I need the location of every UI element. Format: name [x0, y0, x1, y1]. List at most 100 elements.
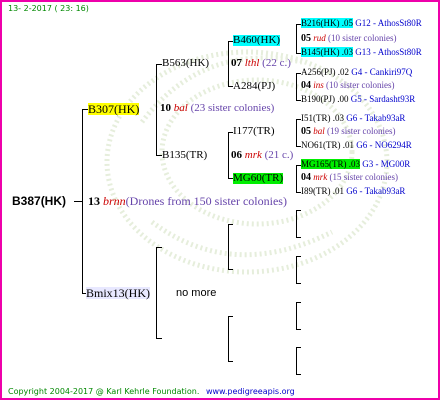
drone-count: 10: [160, 102, 171, 114]
empty-bracket: [228, 316, 229, 362]
site-link[interactable]: www.pedigreeapis.org: [206, 387, 295, 396]
drone-code: brnn: [103, 194, 126, 208]
drone-count: 06: [231, 149, 242, 161]
gen4-drone-info-3: 05 bal (19 sister colonies): [301, 127, 396, 137]
gen4-ref[interactable]: G12 - AthosSt80R: [355, 18, 422, 28]
empty-tick: [156, 247, 162, 248]
gen2-bracket-top: [156, 64, 157, 156]
empty-tick: [296, 374, 301, 375]
drone-code: mrk: [313, 172, 328, 182]
empty-tick: [296, 283, 301, 284]
gen3-b460[interactable]: B460(HK): [233, 35, 281, 46]
empty-tick: [228, 224, 233, 225]
gen2-b135[interactable]: B135(TR): [162, 150, 207, 161]
empty-tick: [296, 256, 301, 257]
gen4-ref[interactable]: G6 - Takab93aR: [346, 186, 405, 196]
gen4-ref[interactable]: G6 - NO6294R: [356, 140, 412, 150]
empty-bracket: [156, 247, 157, 339]
drone-count: 05: [301, 33, 311, 44]
gen3-bracket-1: [228, 41, 229, 87]
gen2-drone-info: 10 bal (23 sister colonies): [160, 103, 274, 114]
drone-note: (23 sister colonies): [190, 102, 275, 114]
empty-tick: [296, 210, 301, 211]
gen3-bracket-2: [228, 132, 229, 179]
gen4-row-a256: A256(PJ) .02 G4 - Cankiri97Q: [301, 68, 412, 77]
empty-bracket: [296, 302, 297, 330]
drone-count: 05: [301, 126, 311, 137]
gen4-b216[interactable]: B216(HK) .05: [301, 18, 353, 28]
gen4-row-mg165: MG165(TR) .03 G3 - MG00R: [301, 159, 410, 169]
root-connector: [74, 201, 82, 202]
gen4-drone-info-4: 04 mrk (15 sister colonies): [301, 173, 398, 183]
gen1-bracket: [82, 109, 83, 294]
drone-code: lthl: [244, 57, 260, 69]
drone-count: 04: [301, 80, 311, 91]
gen4-row-no61: NO61(TR) .01 G6 - NO6294R: [301, 141, 412, 150]
copyright-text: Copyright 2004-2017 @ Karl Kehrle Founda…: [8, 387, 200, 396]
gen4-ref[interactable]: G13 - AthosSt80R: [355, 47, 422, 57]
empty-bracket: [296, 347, 297, 375]
drone-count: 13: [88, 194, 100, 208]
gen4-row-i89: I89(TR) .01 G6 - Takab93aR: [301, 187, 405, 196]
drone-count: 04: [301, 172, 311, 183]
gen4-i89[interactable]: I89(TR) .01: [301, 186, 344, 196]
gen4-bracket-3: [296, 119, 297, 147]
gen4-row-b216: B216(HK) .05 G12 - AthosSt80R: [301, 18, 422, 28]
empty-tick: [296, 329, 301, 330]
gen1-mother-drone-info: 13 brnn(Drones from 150 sister colonies): [88, 195, 287, 207]
footer: Copyright 2004-2017 @ Karl Kehrle Founda…: [8, 388, 295, 396]
empty-tick: [228, 316, 233, 317]
gen4-bracket-2: [296, 73, 297, 101]
gen2-b563[interactable]: B563(HK): [162, 58, 209, 69]
gen3-i177[interactable]: I177(TR): [233, 126, 275, 137]
gen3-drone-info-2: 06 mrk (21 c.): [231, 150, 293, 161]
gen3-mg60[interactable]: MG60(TR): [233, 173, 284, 184]
empty-tick: [156, 338, 162, 339]
empty-tick: [228, 361, 233, 362]
drone-code: ins: [313, 80, 324, 90]
drone-code: bal: [173, 102, 188, 114]
drone-note: (19 sister colonies): [327, 126, 396, 136]
gen4-ref[interactable]: G4 - Cankiri97Q: [351, 67, 412, 77]
gen4-bracket-1: [296, 24, 297, 54]
drone-code: rud: [313, 33, 326, 43]
gen4-ref[interactable]: G3 - MG00R: [362, 159, 410, 169]
empty-bracket: [228, 224, 229, 270]
drone-code: mrk: [244, 149, 262, 161]
gen4-ref[interactable]: G6 - Takab93aR: [346, 113, 405, 123]
gen4-drone-info-1: 05 rud (10 sister colonies): [301, 34, 397, 44]
gen3-drone-info-1: 07 lthl (22 c.): [231, 58, 291, 69]
gen4-row-b190: B190(PJ) .00 G5 - Sardasht93R: [301, 95, 415, 104]
drone-note: (15 sister colonies): [329, 172, 398, 182]
drone-note: (21 c.): [264, 149, 294, 161]
pedigree-frame: 13- 2-2017 ( 23: 16) B387(HK) B307(HK) 1…: [0, 0, 440, 400]
drone-note: (10 sister colonies): [328, 33, 397, 43]
gen4-mg165[interactable]: MG165(TR) .03: [301, 159, 360, 169]
gen1-mother[interactable]: B307(HK): [88, 103, 140, 115]
empty-tick: [296, 237, 301, 238]
gen4-ref[interactable]: G5 - Sardasht93R: [351, 94, 416, 104]
no-more-label: no more: [176, 287, 217, 299]
drone-count: 07: [231, 57, 242, 69]
gen4-b145[interactable]: B145(HK) .03: [301, 47, 353, 57]
gen4-row-b145: B145(HK) .03 G13 - AthosSt80R: [301, 47, 422, 57]
gen4-no61[interactable]: NO61(TR) .01: [301, 140, 354, 150]
drone-note: (Drones from 150 sister colonies): [125, 194, 287, 208]
empty-bracket: [296, 256, 297, 284]
gen4-drone-info-2: 04 ins (10 sister colonies): [301, 81, 395, 91]
empty-tick: [296, 347, 301, 348]
gen3-a284[interactable]: A284(PJ): [233, 81, 275, 92]
gen4-bracket-4: [296, 165, 297, 193]
drone-code: bal: [313, 126, 325, 136]
header-date: 13- 2-2017 ( 23: 16): [8, 4, 89, 13]
gen1-father[interactable]: Bmix13(HK): [86, 287, 150, 299]
gen4-row-i51: I51(TR) .03 G6 - Takab93aR: [301, 114, 405, 123]
gen4-a256[interactable]: A256(PJ) .02: [301, 67, 349, 77]
drone-note: (10 sister colonies): [326, 80, 395, 90]
empty-tick: [296, 302, 301, 303]
gen4-b190[interactable]: B190(PJ) .00: [301, 94, 349, 104]
gen4-i51[interactable]: I51(TR) .03: [301, 113, 344, 123]
empty-tick: [228, 269, 233, 270]
root-queen[interactable]: B387(HK): [12, 195, 66, 207]
drone-note: (22 c.): [262, 57, 291, 69]
